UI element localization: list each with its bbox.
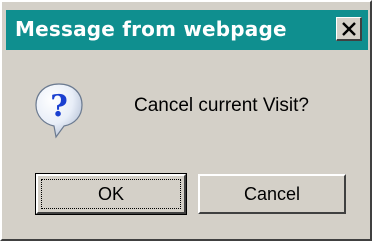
message-dialog: Message from webpage ? Cancel current Vi…	[0, 0, 372, 241]
question-bubble-icon: ?	[35, 83, 83, 139]
cancel-button[interactable]: Cancel	[198, 174, 346, 214]
focus-rectangle	[41, 179, 181, 209]
ok-button[interactable]: OK	[35, 173, 187, 215]
title-bar[interactable]: Message from webpage	[6, 10, 368, 50]
svg-text:?: ?	[50, 89, 68, 124]
dialog-title: Message from webpage	[15, 17, 287, 41]
cancel-button-label: Cancel	[243, 184, 301, 204]
message-text: Cancel current Visit?	[134, 95, 309, 116]
close-icon	[342, 22, 356, 36]
close-button[interactable]	[336, 17, 362, 41]
